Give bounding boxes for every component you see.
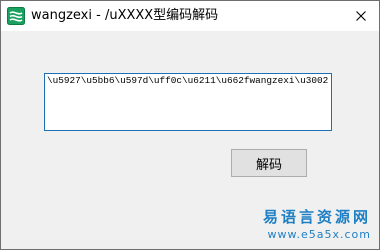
decode-button[interactable]: 解码 (231, 149, 307, 177)
title-bar[interactable]: wangzexi - /uXXXX型编码解码 (1, 1, 379, 31)
site-watermark: 易语言资源网 www.e5a5x.com (211, 209, 371, 242)
close-button[interactable] (344, 1, 378, 30)
watermark-url: www.e5a5x.com (267, 228, 371, 241)
watermark-brand: 易语言资源网 (262, 208, 371, 226)
e-language-app-icon (7, 7, 25, 25)
app-window: wangzexi - /uXXXX型编码解码 解码 易语言资源网 www.e5a… (0, 0, 380, 250)
window-title: wangzexi - /uXXXX型编码解码 (31, 8, 219, 23)
encoded-text-input[interactable] (44, 73, 332, 131)
close-icon (356, 11, 366, 21)
